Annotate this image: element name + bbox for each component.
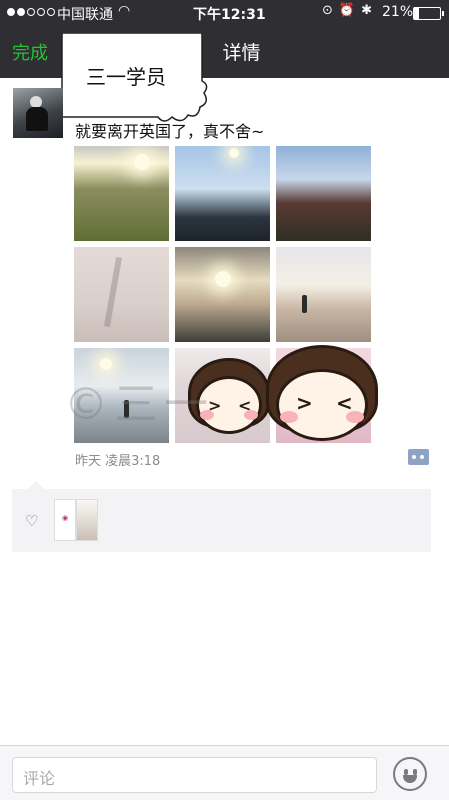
post-text: 就要离开英国了，真不舍~ — [75, 122, 265, 141]
battery-icon — [413, 7, 444, 20]
photo-beach-sun[interactable] — [175, 247, 270, 342]
status-time: 下午12:31 — [193, 7, 266, 23]
signal-strength-icon — [7, 8, 55, 16]
avatar[interactable] — [13, 88, 63, 138]
photo-beach-walk[interactable] — [276, 247, 371, 342]
comment-input[interactable]: 评论 — [12, 757, 377, 793]
liker-avatar-portrait[interactable] — [76, 499, 98, 541]
lock-alarm-bluetooth-icons: ⊙⏰✱ — [322, 3, 378, 18]
battery-percentage: 21% — [382, 4, 414, 20]
speech-bubble-sticker: 三一学员 — [60, 33, 208, 122]
cartoon-face-sticker-large: > < — [266, 345, 378, 443]
status-bar: 中国联通 ◠ 下午12:31 ⊙⏰✱ 21% — [0, 0, 449, 26]
post-timestamp: 昨天 凌晨3:18 — [75, 454, 161, 469]
heart-icon: ♡ — [25, 512, 39, 530]
emoji-button[interactable] — [393, 757, 427, 791]
photo-seagulls[interactable] — [175, 146, 270, 241]
watermark: ©三一 — [64, 379, 214, 430]
comment-bar: 评论 — [0, 745, 449, 800]
carrier-name: 中国联通 — [57, 7, 113, 23]
photo-grass-sunset[interactable] — [74, 146, 169, 241]
bubble-text: 三一学员 — [86, 65, 166, 89]
photo-shadow[interactable] — [74, 247, 169, 342]
likes-arrow — [28, 481, 44, 489]
comment-more-button[interactable] — [408, 449, 429, 465]
wifi-icon: ◠ — [118, 3, 131, 19]
photo-building[interactable] — [276, 146, 371, 241]
likes-panel: ♡ ◉ — [12, 489, 431, 552]
liker-avatar-triplet[interactable]: ◉ — [54, 499, 76, 541]
